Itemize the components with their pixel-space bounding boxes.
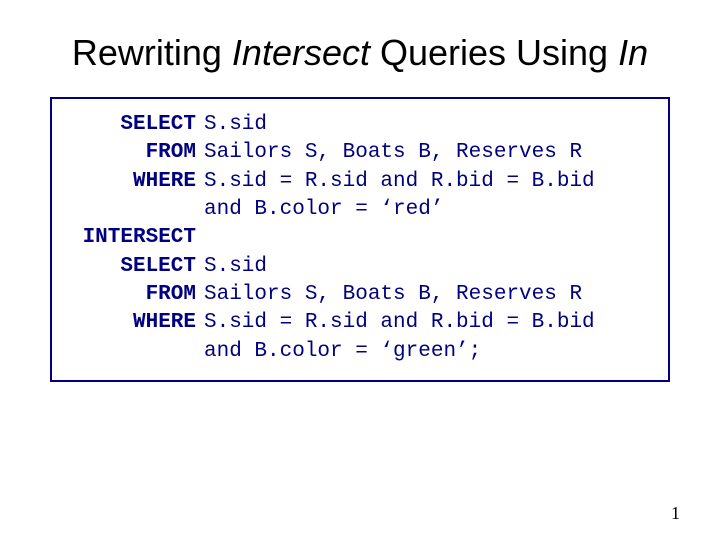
- sql-line: INTERSECT: [66, 224, 654, 252]
- where-keyword: WHERE: [66, 168, 204, 196]
- sql-line: WHERES.sid = R.sid and R.bid = B.bid: [66, 168, 654, 196]
- sql-line: FROMSailors S, Boats B, Reserves R: [66, 139, 654, 167]
- from-clause: Sailors S, Boats B, Reserves R: [204, 141, 582, 164]
- from-clause: Sailors S, Boats B, Reserves R: [204, 283, 582, 306]
- where-clause-cont: and B.color = ‘red’: [204, 198, 443, 221]
- select-keyword: SELECT: [66, 253, 204, 281]
- sql-line: SELECTS.sid: [66, 253, 654, 281]
- slide-title: Rewriting Intersect Queries Using In: [40, 30, 680, 75]
- sql-line: and B.color = ‘green’;: [66, 338, 654, 366]
- where-clause: S.sid = R.sid and R.bid = B.bid: [204, 170, 595, 193]
- title-italic-2: In: [618, 32, 648, 73]
- page-number: 1: [671, 503, 680, 524]
- where-clause-cont: and B.color = ‘green’;: [204, 340, 481, 363]
- title-italic-1: Intersect: [232, 32, 370, 73]
- select-keyword: SELECT: [66, 111, 204, 139]
- title-text-2: Queries Using: [370, 32, 618, 73]
- where-keyword: WHERE: [66, 309, 204, 337]
- from-keyword: FROM: [66, 139, 204, 167]
- intersect-keyword: INTERSECT: [66, 224, 204, 252]
- title-text-1: Rewriting: [72, 32, 232, 73]
- where-clause: S.sid = R.sid and R.bid = B.bid: [204, 311, 595, 334]
- slide: Rewriting Intersect Queries Using In SEL…: [0, 0, 720, 382]
- sql-line: WHERES.sid = R.sid and R.bid = B.bid: [66, 309, 654, 337]
- sql-line: and B.color = ‘red’: [66, 196, 654, 224]
- select-clause: S.sid: [204, 255, 267, 278]
- sql-line: FROMSailors S, Boats B, Reserves R: [66, 281, 654, 309]
- sql-line: SELECTS.sid: [66, 111, 654, 139]
- select-clause: S.sid: [204, 113, 267, 136]
- sql-code-box: SELECTS.sid FROMSailors S, Boats B, Rese…: [50, 97, 670, 382]
- from-keyword: FROM: [66, 281, 204, 309]
